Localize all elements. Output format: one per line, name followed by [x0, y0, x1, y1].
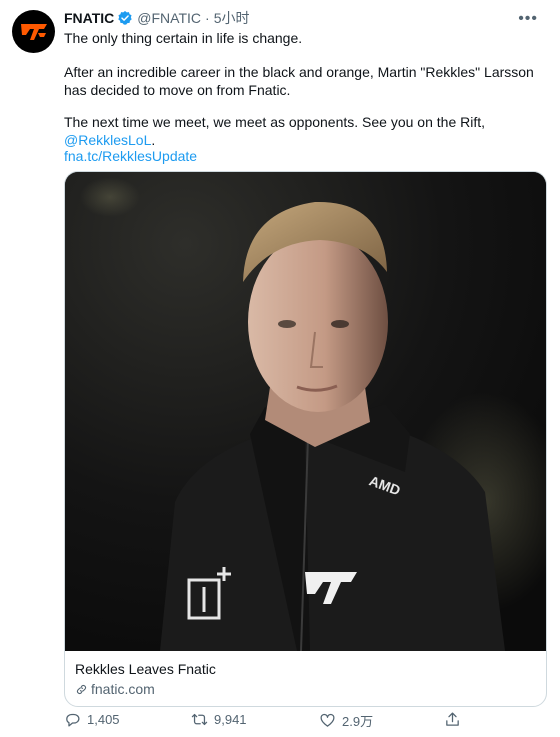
account-name[interactable]: FNATIC: [64, 10, 114, 26]
card-domain-text: fnatic.com: [91, 681, 155, 697]
tweet-line-3: The next time we meet, we meet as oppone…: [64, 113, 544, 149]
like-count: 2.9万: [342, 714, 374, 729]
retweet-icon: [191, 713, 208, 726]
tweet-line-3-text: The next time we meet, we meet as oppone…: [64, 114, 486, 130]
retweet-button[interactable]: 9,941: [191, 711, 247, 728]
tweet-line-3-end: .: [151, 132, 156, 148]
card-title[interactable]: Rekkles Leaves Fnatic: [75, 661, 216, 677]
tweet-url-link[interactable]: fna.tc/RekklesUpdate: [64, 147, 197, 165]
heart-icon: [320, 713, 335, 727]
tweet-line-1: The only thing certain in life is change…: [64, 30, 303, 46]
fnatic-logo-icon: [20, 23, 47, 40]
reply-button[interactable]: 1,405: [64, 711, 120, 728]
avatar[interactable]: [12, 10, 55, 53]
reply-count: 1,405: [87, 712, 120, 727]
tweet[interactable]: FNATIC @FNATIC · 5小时 ••• The only thing …: [0, 0, 560, 737]
mention-link[interactable]: @RekklesLoL: [64, 132, 151, 148]
account-handle[interactable]: @FNATIC: [137, 10, 201, 26]
retweet-count: 9,941: [214, 712, 247, 727]
link-icon: [76, 684, 87, 694]
share-button[interactable]: [444, 711, 467, 728]
card-image[interactable]: AMD: [65, 172, 546, 651]
share-icon: [446, 712, 459, 726]
link-preview-card[interactable]: AMD Rekkles Leaves Fnatic fnatic.com: [64, 171, 547, 707]
more-icon[interactable]: •••: [518, 10, 538, 28]
tweet-header: FNATIC @FNATIC · 5小时: [64, 9, 250, 27]
meta-separator: ·: [205, 10, 210, 26]
tweet-line-2: After an incredible career in the black …: [64, 64, 534, 98]
verified-badge-icon: [118, 11, 132, 25]
like-button[interactable]: 2.9万: [319, 711, 373, 730]
card-domain[interactable]: fnatic.com: [75, 681, 155, 697]
reply-icon: [66, 713, 80, 727]
tweet-actions: 1,405 9,941 2.9万: [64, 711, 484, 731]
tweet-time[interactable]: 5小时: [214, 8, 250, 28]
